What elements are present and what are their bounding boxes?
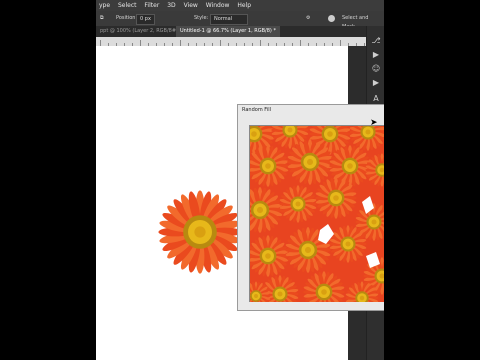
options-bar: ⧉ Position: 0 px Style: Normal ⚙ Select …: [96, 11, 384, 30]
character-icon[interactable]: A: [371, 94, 381, 104]
document-tabs: ppt @ 100% (Layer 2, RGB/8#) Untitled-1 …: [96, 26, 366, 37]
tab-untitled-1[interactable]: Untitled-1 @ 66.7% (Layer 1, RGB/8) *: [176, 26, 280, 37]
position-label: Position:: [116, 15, 138, 21]
menu-3d[interactable]: 3D: [164, 0, 178, 11]
menu-view[interactable]: View: [181, 0, 201, 11]
avatar[interactable]: [328, 15, 335, 22]
cursor-icon: ➤: [370, 118, 378, 128]
arrow-icon[interactable]: ▶: [371, 78, 381, 88]
menu-type[interactable]: ype: [96, 0, 113, 11]
photoshop-window: ype Select Filter 3D View Window Help ⧉ …: [96, 0, 384, 360]
tool-preset-icon[interactable]: ⧉: [100, 14, 104, 23]
style-select[interactable]: Normal: [210, 14, 248, 25]
select-and-mask-button[interactable]: Select and Mask...: [342, 14, 384, 30]
flower: [158, 190, 242, 274]
dialog-title: Random Fill: [242, 107, 271, 113]
people-icon[interactable]: ☺: [371, 64, 381, 74]
position-field[interactable]: 0 px: [136, 14, 155, 25]
menu-filter[interactable]: Filter: [141, 0, 162, 11]
flower-fill-preview: [250, 126, 384, 302]
menu-help[interactable]: Help: [234, 0, 254, 11]
menu-select[interactable]: Select: [115, 0, 140, 11]
menu-window[interactable]: Window: [203, 0, 233, 11]
style-label: Style:: [194, 15, 209, 21]
tab-ppt[interactable]: ppt @ 100% (Layer 2, RGB/8#): [96, 26, 184, 37]
menu-bar: ype Select Filter 3D View Window Help: [96, 0, 384, 11]
play-icon[interactable]: ▶: [371, 50, 381, 60]
random-fill-dialog: Random Fill: [237, 104, 384, 311]
history-icon[interactable]: ⎇: [371, 36, 381, 46]
gear-icon[interactable]: ⚙: [306, 14, 310, 23]
preview-area: [249, 125, 384, 302]
